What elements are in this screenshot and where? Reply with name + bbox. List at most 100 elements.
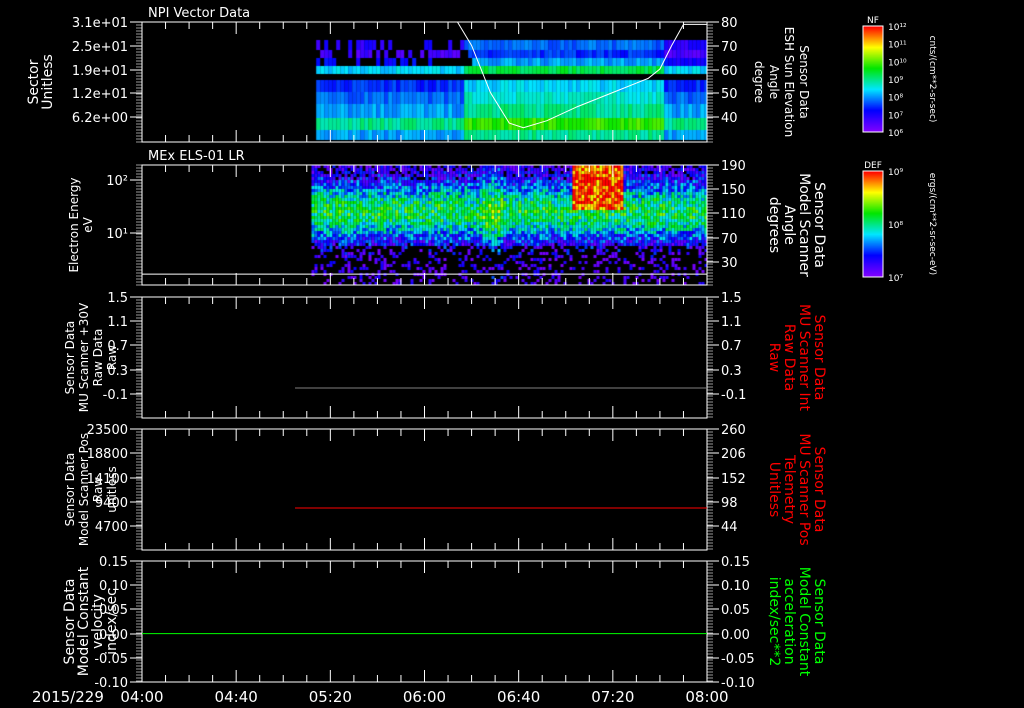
left-tick-label: 0.15 [99,555,128,570]
right-tick-label: -0.05 [721,652,755,667]
y-axis-label: Unitless [40,54,56,110]
right-axis-label: ESH Sun Elevation [782,27,796,137]
right-tick-label: 50 [721,87,738,102]
left-tick-label: 23500 [87,423,128,438]
right-tick-label: 44 [721,520,738,535]
y-axis-label: Model Scanner Pos [77,433,91,546]
panel-3 [130,296,719,419]
right-axis-label: acceleration [781,578,797,664]
y-axis-label: MU Scanner +30V [77,302,91,412]
x-tick-label: 06:40 [497,688,540,706]
colorbar-tick: 10⁶ [888,129,903,139]
y-axis-label: Raw [91,477,105,502]
right-tick-label: 152 [721,472,746,487]
right-axis-label: Unitless [766,462,782,518]
colorbar-tick: 10⁸ [888,221,903,231]
panel-4 [130,428,719,551]
series-line-1 [457,21,707,129]
right-tick-label: 110 [721,207,746,222]
plot-area: 3.1e+01 2.5e+01 1.9e+01 1.2e+01 6.2e+00 80 70 6… [26,6,937,706]
left-tick-label: 1.5 [107,291,128,306]
panel-frame [141,21,708,143]
left-tick-label: 6.2e+00 [72,111,128,126]
left-tick-label: 10¹ [106,227,128,242]
right-axis-label: Sensor Data [811,315,827,401]
right-tick-label: 0.3 [721,364,742,379]
y-axis-label: Sensor Data [63,321,77,395]
colorbar-tick: 10⁹ [888,76,903,86]
panel-2 [130,164,719,286]
right-tick-label: 30 [721,256,738,271]
y-axis-label: Raw [105,345,119,370]
right-axis-label: Angle [767,65,781,99]
right-tick-label: 260 [721,423,746,438]
right-tick-label: -0.1 [721,388,746,403]
left-tick-label: 4700 [95,520,128,535]
panel-title: MEx ELS-01 LR [148,149,245,164]
right-tick-label: 70 [721,232,738,247]
right-axis-label: Model Scanner [796,173,812,277]
y-axis-label: Raw Data [91,329,105,387]
colorbar-tick: 10¹⁰ [888,58,907,68]
right-axis-label: Angle [781,205,797,245]
left-tick-label: 3.1e+01 [72,16,128,31]
right-axis-label: Raw [766,343,782,372]
left-tick-label: 1.9e+01 [72,64,128,79]
y-axis-label: eV [81,216,95,232]
right-tick-label: 1.5 [721,291,742,306]
right-tick-label: 190 [721,159,746,174]
y-axis-label: index/sec [104,588,120,655]
right-tick-label: 98 [721,496,738,511]
x-tick-label: 06:00 [403,688,446,706]
colorbar-label: NF [867,16,879,26]
date-label: 2015/229 [32,688,104,706]
panel-5 [130,560,719,683]
right-tick-label: 0.05 [721,603,750,618]
panel-frame [141,296,708,419]
panel-frame [141,560,708,683]
right-tick-label: 0.7 [721,339,742,354]
right-axis-label: Model Constant [796,567,812,677]
right-tick-label: 40 [721,111,738,126]
right-axis-label: Sensor Data [811,447,827,533]
right-axis-label: degrees [766,197,782,253]
left-tick-label: 1.1 [107,315,128,330]
right-axis-label: MU Scanner Int [796,304,812,412]
right-tick-label: 0.15 [721,555,750,570]
colorbar-tick: 10⁷ [888,274,903,284]
left-tick-label: 1.2e+01 [72,87,128,102]
colorbar-units: ergs/(cm**2-sr-sec-eV) [927,173,937,275]
left-tick-label: 18800 [87,447,128,462]
right-tick-label: 0.00 [721,628,750,643]
panel-title: NPI Vector Data [148,6,250,21]
panel-1 [130,21,719,143]
left-tick-label: 10² [106,174,128,189]
y-axis-label: Electron Energy [67,177,81,272]
right-axis-label: degree [752,61,766,103]
x-tick-label: 07:20 [591,688,634,706]
right-tick-label: 60 [721,64,738,79]
y-axis-label: unitless [105,466,119,512]
panel-frame [141,428,708,551]
right-axis-label: index/sec**2 [766,577,782,667]
right-tick-label: 1.1 [721,315,742,330]
right-tick-label: 80 [721,16,738,31]
right-axis-label: Sensor Data [811,579,827,665]
x-tick-label: 04:40 [215,688,258,706]
x-tick-label: 04:00 [120,688,163,706]
x-tick-label: 08:00 [685,688,728,706]
right-tick-label: 150 [721,183,746,198]
colorbar-tick: 10¹¹ [888,41,907,51]
colorbar-tick: 10⁸ [888,94,903,104]
left-tick-label: 2.5e+01 [72,40,128,55]
colorbar-units: cnts/(cm**2-sr-sec) [927,36,937,123]
y-axis-label: Sensor Data [63,453,77,527]
right-axis-label: Sensor Data [811,182,827,268]
right-axis-label: Raw Data [781,324,797,391]
x-tick-label: 05:20 [309,688,352,706]
right-tick-label: 206 [721,447,746,462]
right-tick-label: 70 [721,40,738,55]
right-tick-label: 0.10 [721,579,750,594]
right-axis-label: MU Scanner Pos [796,433,812,545]
left-tick-label: -0.1 [103,388,128,403]
